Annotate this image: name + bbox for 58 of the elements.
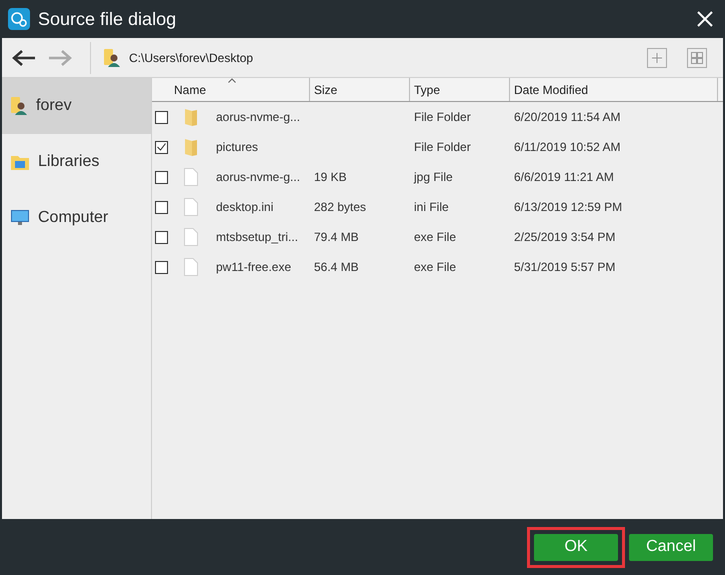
sort-ascending-icon bbox=[228, 78, 236, 83]
back-arrow-icon bbox=[12, 50, 36, 66]
monitor-icon bbox=[10, 209, 30, 227]
file-name: desktop.ini bbox=[216, 199, 274, 216]
file-name: aorus-nvme-g... bbox=[216, 109, 300, 126]
table-cell: 282 bytes bbox=[314, 200, 366, 214]
dialog-button[interactable]: OK bbox=[534, 534, 618, 560]
file-icon bbox=[184, 258, 198, 276]
library-folder-icon bbox=[10, 153, 30, 171]
check-icon bbox=[157, 143, 166, 151]
sidebar-item[interactable]: Computer bbox=[2, 190, 151, 246]
sidebar-item[interactable]: forev bbox=[2, 78, 151, 134]
column-header[interactable]: Date Modified bbox=[510, 78, 718, 101]
file-icon bbox=[184, 168, 198, 186]
table-cell: 5/31/2019 5:57 PM bbox=[514, 260, 616, 274]
folder-icon bbox=[184, 137, 198, 157]
forward-arrow-icon bbox=[48, 50, 72, 66]
table-cell: 19 KB bbox=[314, 170, 347, 184]
table-cell: File Folder bbox=[414, 110, 471, 124]
plus-icon bbox=[652, 52, 662, 62]
file-name: pictures bbox=[216, 139, 258, 156]
dialog-button[interactable]: Cancel bbox=[629, 534, 713, 560]
table-cell: exe File bbox=[414, 230, 456, 244]
table-cell: jpg File bbox=[414, 170, 453, 184]
file-name: pw11-free.exe bbox=[216, 259, 292, 276]
table-cell: 6/13/2019 12:59 PM bbox=[514, 200, 622, 214]
folder-icon bbox=[184, 107, 198, 127]
column-header[interactable]: Name bbox=[152, 78, 310, 101]
table-cell: 6/20/2019 11:54 AM bbox=[514, 110, 621, 124]
checkbox[interactable] bbox=[155, 170, 168, 184]
table-cell: 6/11/2019 10:52 AM bbox=[514, 140, 621, 154]
checkbox[interactable] bbox=[155, 110, 168, 124]
table-cell: 79.4 MB bbox=[314, 230, 359, 244]
checkbox[interactable] bbox=[155, 140, 168, 154]
table-cell: 6/6/2019 11:21 AM bbox=[514, 170, 614, 184]
table-cell: exe File bbox=[414, 260, 456, 274]
table-cell: 2/25/2019 3:54 PM bbox=[514, 230, 616, 244]
sidebar-item[interactable]: Libraries bbox=[2, 134, 151, 190]
checkbox[interactable] bbox=[155, 260, 168, 274]
window-title: Source file dialog bbox=[38, 8, 176, 31]
column-header[interactable]: Size bbox=[310, 78, 410, 101]
file-icon bbox=[184, 198, 198, 216]
file-name: mtsbsetup_tri... bbox=[216, 229, 298, 246]
column-header[interactable]: Type bbox=[410, 78, 510, 101]
view-toggle-button[interactable] bbox=[687, 48, 707, 68]
table-cell: File Folder bbox=[414, 140, 471, 154]
table-cell: 56.4 MB bbox=[314, 260, 359, 274]
checkbox[interactable] bbox=[155, 230, 168, 244]
file-name: aorus-nvme-g... bbox=[216, 169, 300, 186]
grid-view-icon bbox=[691, 52, 703, 64]
user-folder-icon bbox=[103, 48, 121, 68]
close-icon bbox=[697, 11, 713, 27]
path-text: C:\Users\forev\Desktop bbox=[129, 50, 254, 66]
app-logo-icon bbox=[8, 8, 30, 30]
table-cell: ini File bbox=[414, 200, 449, 214]
checkbox[interactable] bbox=[155, 200, 168, 214]
user-folder-icon bbox=[10, 96, 28, 116]
file-icon bbox=[184, 228, 198, 246]
